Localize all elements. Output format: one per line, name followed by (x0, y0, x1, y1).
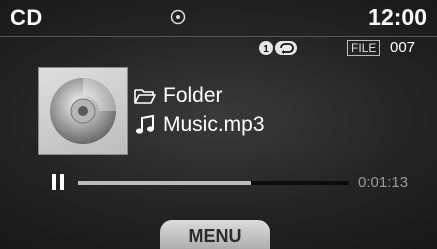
disc-inserted-icon (170, 9, 186, 30)
source-label: CD (10, 5, 43, 30)
album-art (38, 67, 128, 155)
progress-fill (78, 181, 252, 185)
clock: 12:00 (368, 4, 427, 30)
repeat-one-icon: 1 (258, 40, 298, 61)
folder-name: Folder (163, 84, 223, 107)
track-name: Music.mp3 (163, 113, 265, 136)
music-note-icon (133, 114, 157, 136)
folder-icon (133, 85, 157, 107)
folder-row: Folder (133, 84, 223, 108)
pause-icon[interactable] (51, 173, 65, 196)
track-row: Music.mp3 (133, 113, 265, 137)
svg-text:1: 1 (263, 44, 269, 55)
status-bar: CD 12:00 (0, 0, 437, 37)
file-badge: FILE (347, 40, 381, 56)
file-number: 007 (390, 39, 416, 56)
menu-button[interactable]: MENU (160, 220, 270, 249)
elapsed-time: 0:01:13 (358, 174, 409, 191)
compact-disc-icon (50, 78, 116, 144)
progress-bar[interactable] (78, 181, 349, 185)
cd-player-screen: CD 12:00 1 FILE 007 Folder Music.mp3 0:0… (0, 0, 437, 249)
